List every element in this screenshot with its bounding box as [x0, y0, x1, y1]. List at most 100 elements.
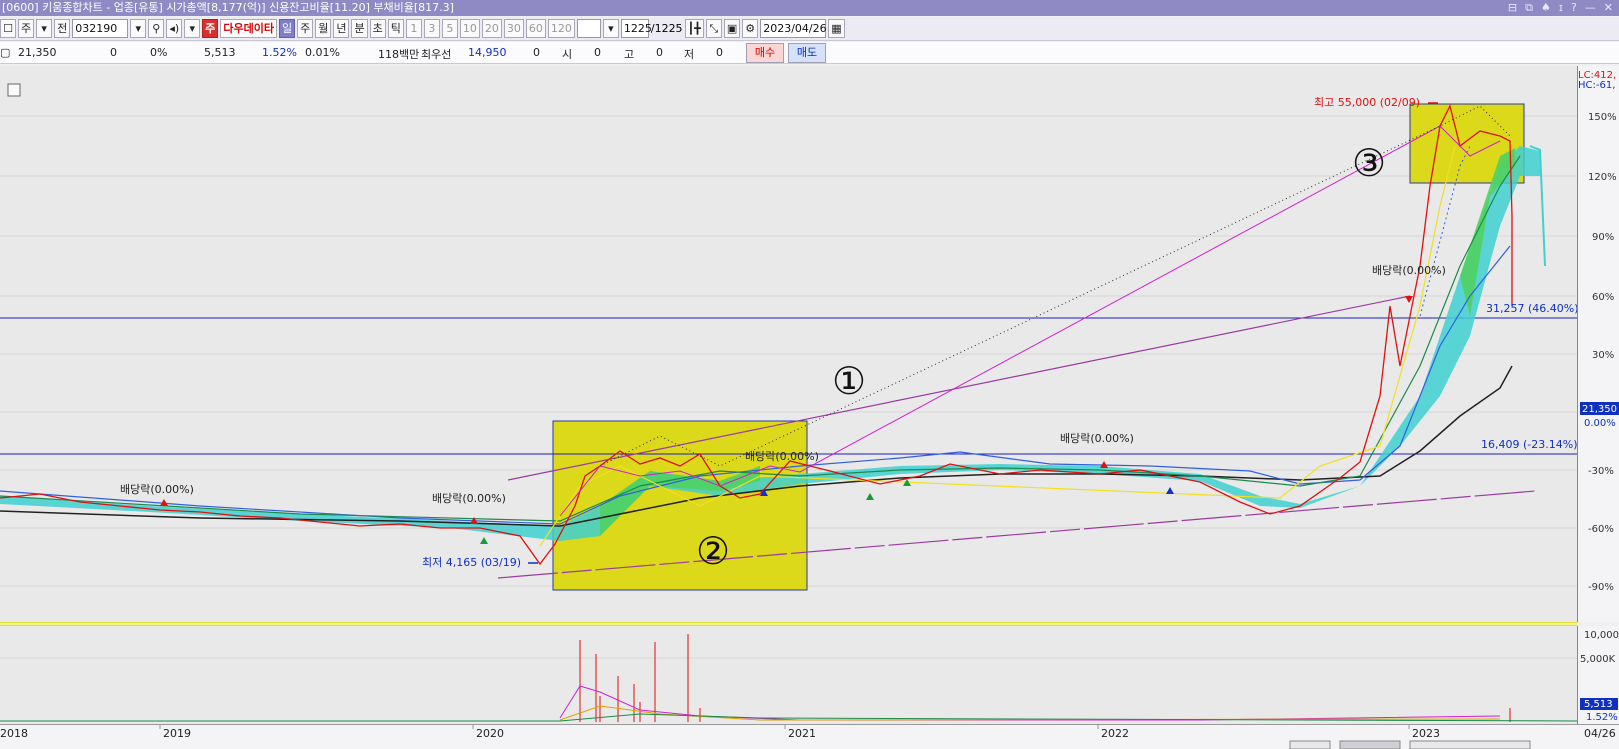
custom-interval-input[interactable]	[576, 19, 601, 38]
chevron-down-icon[interactable]: ▾	[36, 19, 53, 38]
search-icon[interactable]: ⚲	[148, 19, 165, 38]
menu-icon[interactable]: ☐	[0, 19, 16, 38]
low-value: 0	[716, 46, 723, 59]
trade-amount: 118백만	[378, 48, 420, 61]
window-title: [0600] 키움종합차트 - 업종[유통] 시가총액[8,177(억)] 신용…	[2, 1, 454, 14]
window-controls: ⊟ ⧉ ♠ ɪ ? — ✕	[1508, 0, 1613, 16]
ytick-30: 30%	[1592, 350, 1614, 361]
ytick-minus30: -30%	[1588, 466, 1614, 477]
ytick-90: 90%	[1592, 232, 1614, 243]
pin-icon[interactable]: ♠	[1541, 0, 1551, 16]
interval-120[interactable]: 120	[547, 19, 575, 38]
volume-y-axis[interactable]: 10,000 5,000K 5,513 1.52%	[1577, 626, 1619, 724]
total-count: /1225	[650, 22, 683, 35]
dividend-label-2022: 배당락(0.00%)	[1372, 264, 1446, 277]
buy-button[interactable]: 매수	[746, 43, 784, 63]
hline-upper-label: 31,257 (46.40%)	[1486, 302, 1577, 315]
volume-chart[interactable]	[0, 626, 1578, 724]
xlabel-2021: 2021	[788, 727, 816, 740]
ytick-60: 60%	[1592, 292, 1614, 303]
cloud-band	[0, 146, 1540, 541]
period-month[interactable]: 월	[315, 19, 332, 38]
prev-button[interactable]: 전	[54, 19, 71, 38]
current-price-tag-text: 21,350	[1582, 404, 1617, 415]
scrollbar-thumb[interactable]	[1339, 740, 1401, 749]
restore-icon[interactable]: ⧉	[1525, 0, 1533, 16]
volume-chart-svg	[0, 634, 1578, 722]
annotation-circle-2: ②	[696, 529, 730, 573]
annotation-circle-3: ③	[1352, 141, 1386, 185]
stock-code-input[interactable]: 032190	[72, 19, 129, 38]
price-change-pct: 0%	[150, 46, 168, 59]
interval-60[interactable]: 60	[525, 19, 546, 38]
interval-3[interactable]: 3	[423, 19, 440, 38]
tool-icon[interactable]: ⤡	[705, 19, 722, 38]
candle-icon[interactable]: ┃╋	[684, 19, 704, 38]
interval-1[interactable]: 1	[405, 19, 422, 38]
price-chart[interactable]: 배당락(0.00%) 배당락(0.00%) 배당락(0.00%) 배당락(0.0…	[0, 66, 1579, 622]
last-volume-pct: 1.52%	[1586, 712, 1618, 723]
signal-icon	[1166, 487, 1174, 494]
buy-signal-icon	[480, 537, 488, 544]
dividend-label-2019: 배당락(0.00%)	[432, 492, 506, 505]
title-bar: [0600] 키움종합차트 - 업종[유통] 시가총액[8,177(억)] 신용…	[0, 0, 1619, 16]
custom-interval-dropdown-icon[interactable]: ▾	[602, 19, 619, 38]
period-flag[interactable]: 주	[202, 19, 219, 38]
xlabel-2018: 2018	[0, 727, 28, 740]
xlabel-2020: 2020	[476, 727, 504, 740]
count-input[interactable]: 1225	[620, 19, 652, 38]
open-value: 0	[594, 46, 601, 59]
ytick-120: 120%	[1588, 172, 1617, 183]
save-icon[interactable]: ▣	[723, 19, 741, 38]
interval-10[interactable]: 10	[459, 19, 480, 38]
period-day[interactable]: 일	[278, 19, 296, 38]
ytick-0: 0.00%	[1584, 418, 1616, 429]
toggle-icon[interactable]: ▢	[0, 46, 10, 59]
gear-icon[interactable]: ⚙	[742, 19, 759, 38]
low-price-label: 최저 4,165 (03/19)	[422, 556, 521, 569]
period-year[interactable]: 년	[333, 19, 350, 38]
annotation-circle-1: ①	[832, 359, 866, 403]
time-axis-svg: 2018 2019 2020 2021 2022 2023 04/26	[0, 725, 1616, 749]
speaker-dropdown-icon[interactable]: ▾	[184, 19, 201, 38]
market-select[interactable]: 주	[18, 19, 35, 38]
ytick-minus60: -60%	[1588, 524, 1614, 535]
dividend-arrow-icon	[1405, 296, 1413, 303]
period-minute[interactable]: 분	[351, 19, 368, 38]
help-icon[interactable]: ?	[1571, 0, 1577, 16]
volume: 5,513	[204, 46, 236, 59]
vtick-5000k: 5,000K	[1580, 654, 1616, 665]
high-price-label: 최고 55,000 (02/09)	[1314, 96, 1420, 109]
price-line	[0, 104, 1513, 566]
interval-20[interactable]: 20	[481, 19, 502, 38]
period-second[interactable]: 초	[369, 19, 386, 38]
time-axis[interactable]: 2018 2019 2020 2021 2022 2023 04/26	[0, 724, 1619, 749]
scroll-controls[interactable]	[1289, 740, 1331, 749]
datasource-button[interactable]: 다우데이타	[220, 19, 277, 38]
pref-label: 최우선	[421, 48, 452, 61]
highlight-box-2	[552, 420, 808, 591]
last-volume: 5,513	[1584, 699, 1613, 710]
date-input[interactable]: 2023/04/26	[760, 19, 827, 38]
layout-icon[interactable]: ⊟	[1508, 0, 1517, 16]
volume-ratio: 1.52%	[262, 46, 297, 59]
price-y-axis[interactable]: LC:412, HC:-61, 150% 120% 90% 60% 30% 0.…	[1577, 66, 1619, 622]
calendar-icon[interactable]: ▦	[828, 19, 845, 38]
interval-30[interactable]: 30	[503, 19, 524, 38]
interval-5[interactable]: 5	[441, 19, 458, 38]
speaker-icon[interactable]: ◂)	[166, 19, 183, 38]
close-icon[interactable]: ✕	[1604, 0, 1613, 16]
sell-button[interactable]: 매도	[788, 43, 826, 63]
ytick-minus90: -90%	[1588, 582, 1614, 593]
grid-toggle-icon[interactable]	[7, 83, 21, 97]
zoom-controls[interactable]	[1409, 740, 1531, 749]
minimize-icon[interactable]: —	[1585, 0, 1596, 16]
period-tick[interactable]: 틱	[387, 19, 404, 38]
current-price: 21,350	[18, 46, 57, 59]
high-label: 고	[624, 48, 635, 61]
volume-y-axis-svg: 10,000 5,000K 5,513 1.52%	[1580, 630, 1619, 723]
period-week[interactable]: 주	[297, 19, 314, 38]
code-dropdown-icon[interactable]: ▾	[130, 19, 147, 38]
low-label: 저	[684, 48, 695, 61]
info-icon[interactable]: ɪ	[1559, 0, 1563, 16]
